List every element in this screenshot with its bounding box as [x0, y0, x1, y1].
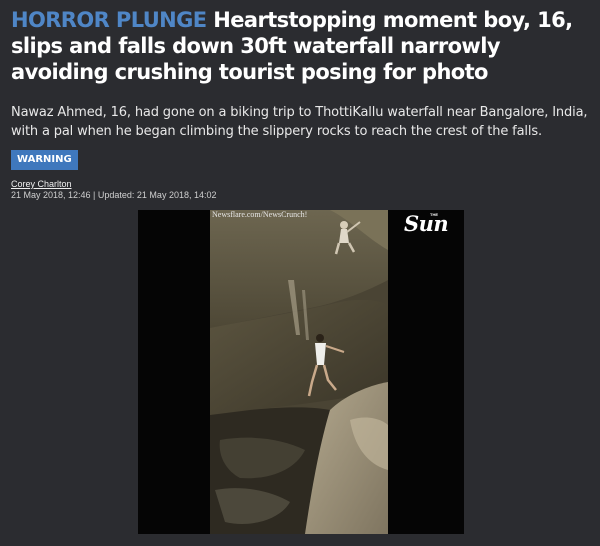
standfirst: Nawaz Ahmed, 16, had gone on a biking tr… [11, 105, 588, 139]
article: HORROR PLUNGE Heartstopping moment boy, … [0, 0, 600, 546]
byline: Corey Charlton [11, 179, 72, 189]
waterfall-scene-image [210, 210, 388, 534]
warning-badge: WARNING [11, 150, 78, 170]
video-frame[interactable] [210, 210, 388, 534]
logo-sun: Sun [404, 211, 449, 236]
publish-dates: 21 May 2018, 12:46 | Updated: 21 May 201… [11, 190, 217, 200]
headline-kicker: HORROR PLUNGE [11, 8, 207, 32]
headline: HORROR PLUNGE Heartstopping moment boy, … [11, 7, 593, 85]
video-watermark: Newsflare.com/NewsCrunch! [212, 210, 308, 219]
the-sun-logo: THE Sun [404, 211, 462, 237]
author-link[interactable]: Corey Charlton [11, 179, 72, 189]
